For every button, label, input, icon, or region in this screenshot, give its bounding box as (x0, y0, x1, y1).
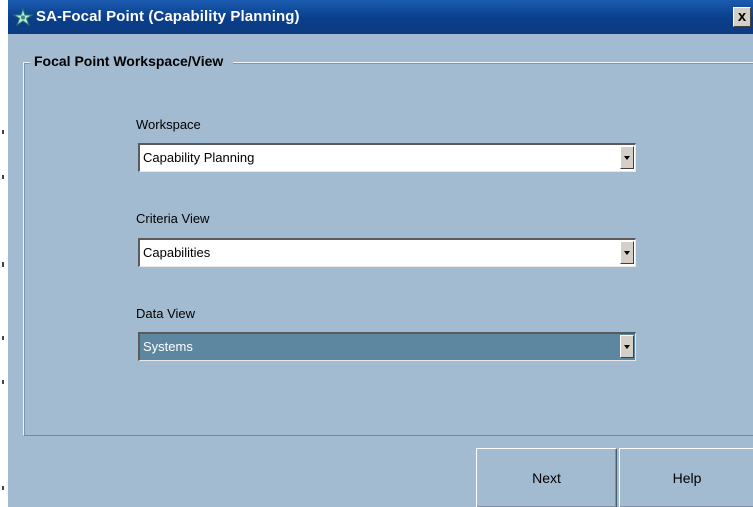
edge-mark (2, 336, 4, 340)
chevron-down-icon[interactable] (620, 335, 634, 358)
data-view-value: Systems (143, 339, 193, 354)
edge-mark (2, 175, 4, 179)
criteria-view-dropdown[interactable]: Capabilities (138, 238, 636, 267)
criteria-view-label: Criteria View (136, 211, 210, 226)
data-view-label: Data View (136, 306, 196, 321)
next-button[interactable]: Next (476, 448, 617, 507)
edge-mark (2, 130, 4, 134)
edge-mark (2, 486, 4, 490)
group-title: Focal Point Workspace/View (30, 53, 234, 69)
workspace-value: Capability Planning (143, 150, 255, 165)
dialog-window: SA-Focal Point (Capability Planning) x F… (8, 0, 753, 507)
title-bar[interactable]: SA-Focal Point (Capability Planning) x (8, 0, 753, 34)
workspace-dropdown[interactable]: Capability Planning (138, 143, 636, 172)
close-button[interactable]: x (733, 7, 751, 27)
workspace-label: Workspace (136, 117, 201, 132)
chevron-down-icon[interactable] (620, 241, 634, 264)
chevron-down-icon[interactable] (620, 146, 634, 169)
window-title: SA-Focal Point (Capability Planning) (36, 8, 300, 25)
help-button[interactable]: Help (619, 448, 753, 507)
sa-focal-point-app-icon (13, 8, 33, 26)
edge-mark (2, 262, 4, 267)
edge-mark (2, 380, 4, 384)
close-icon: x (737, 8, 747, 25)
criteria-view-value: Capabilities (143, 245, 211, 260)
data-view-dropdown[interactable]: Systems (138, 332, 636, 361)
